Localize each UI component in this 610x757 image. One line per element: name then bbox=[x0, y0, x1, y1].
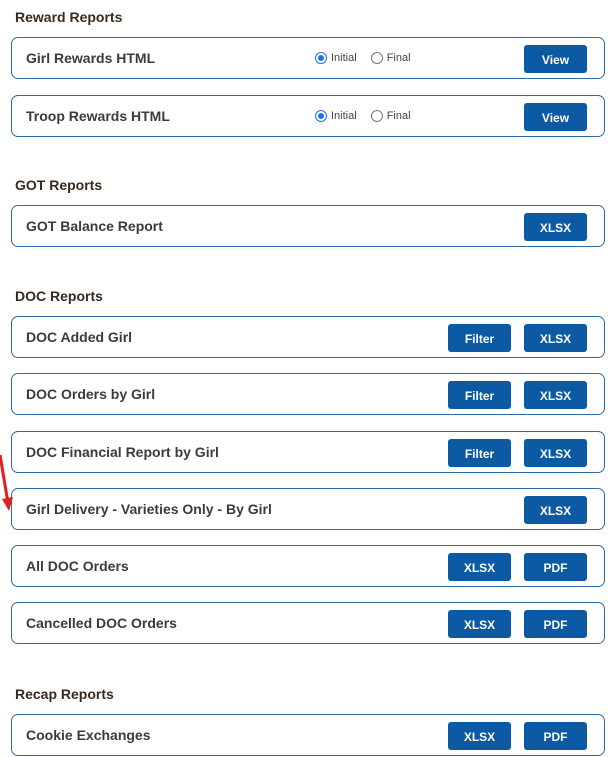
pdf-button[interactable]: PDF bbox=[524, 553, 587, 581]
report-row-girl-rewards-html: Girl Rewards HTML Initial Final View bbox=[11, 37, 605, 79]
section-title-doc-reports: DOC Reports bbox=[15, 288, 103, 304]
radio-checked-icon bbox=[315, 110, 327, 122]
radio-initial[interactable]: Initial bbox=[315, 52, 357, 64]
xlsx-button[interactable]: XLSX bbox=[448, 553, 511, 581]
xlsx-button[interactable]: XLSX bbox=[524, 213, 587, 241]
report-label: Girl Rewards HTML bbox=[26, 50, 156, 66]
filter-button[interactable]: Filter bbox=[448, 439, 511, 467]
report-row-doc-orders-by-girl: DOC Orders by Girl Filter XLSX bbox=[11, 373, 605, 415]
report-row-cookie-exchanges: Cookie Exchanges XLSX PDF bbox=[11, 714, 605, 756]
pdf-button[interactable]: PDF bbox=[524, 722, 587, 750]
radio-final[interactable]: Final bbox=[370, 52, 411, 64]
report-label: Cancelled DOC Orders bbox=[26, 615, 177, 631]
radio-initial-label: Initial bbox=[331, 110, 357, 122]
radio-initial[interactable]: Initial bbox=[315, 110, 357, 122]
view-button[interactable]: View bbox=[524, 45, 587, 73]
report-label: Girl Delivery - Varieties Only - By Girl bbox=[26, 501, 272, 517]
report-label: GOT Balance Report bbox=[26, 218, 163, 234]
pdf-button[interactable]: PDF bbox=[524, 610, 587, 638]
report-label: DOC Added Girl bbox=[26, 329, 133, 345]
filter-button[interactable]: Filter bbox=[448, 381, 511, 409]
radio-checked-icon bbox=[315, 52, 327, 64]
radio-unchecked-icon bbox=[370, 52, 383, 64]
xlsx-button[interactable]: XLSX bbox=[524, 496, 587, 524]
xlsx-button[interactable]: XLSX bbox=[448, 610, 511, 638]
report-label: DOC Orders by Girl bbox=[26, 386, 156, 402]
report-row-cancelled-doc-orders: Cancelled DOC Orders XLSX PDF bbox=[11, 602, 605, 644]
view-button[interactable]: View bbox=[524, 103, 587, 131]
report-stage-radio-group: Initial Final bbox=[315, 96, 425, 136]
annotation-arrow-icon bbox=[0, 455, 13, 511]
radio-final-label: Final bbox=[386, 110, 411, 122]
filter-button[interactable]: Filter bbox=[448, 324, 511, 352]
section-title-got-reports: GOT Reports bbox=[15, 177, 103, 193]
xlsx-button[interactable]: XLSX bbox=[524, 439, 587, 467]
report-label: All DOC Orders bbox=[26, 558, 129, 574]
xlsx-button[interactable]: XLSX bbox=[448, 722, 511, 750]
report-row-got-balance-report: GOT Balance Report XLSX bbox=[11, 205, 605, 247]
radio-initial-label: Initial bbox=[331, 52, 357, 64]
radio-final-label: Final bbox=[386, 52, 411, 64]
radio-unchecked-icon bbox=[370, 110, 383, 122]
report-row-doc-added-girl: DOC Added Girl Filter XLSX bbox=[11, 316, 605, 358]
report-label: Troop Rewards HTML bbox=[26, 108, 170, 124]
report-row-doc-financial-report-by-girl: DOC Financial Report by Girl Filter XLSX bbox=[11, 431, 605, 473]
report-stage-radio-group: Initial Final bbox=[315, 38, 425, 78]
section-title-reward-reports: Reward Reports bbox=[15, 9, 123, 25]
report-label: DOC Financial Report by Girl bbox=[26, 444, 219, 460]
xlsx-button[interactable]: XLSX bbox=[524, 381, 587, 409]
report-row-all-doc-orders: All DOC Orders XLSX PDF bbox=[11, 545, 605, 587]
report-label: Cookie Exchanges bbox=[26, 727, 151, 743]
radio-final[interactable]: Final bbox=[370, 110, 411, 122]
report-row-girl-delivery-varieties: Girl Delivery - Varieties Only - By Girl… bbox=[11, 488, 605, 530]
xlsx-button[interactable]: XLSX bbox=[524, 324, 587, 352]
section-title-recap-reports: Recap Reports bbox=[15, 686, 114, 702]
report-row-troop-rewards-html: Troop Rewards HTML Initial Final View bbox=[11, 95, 605, 137]
